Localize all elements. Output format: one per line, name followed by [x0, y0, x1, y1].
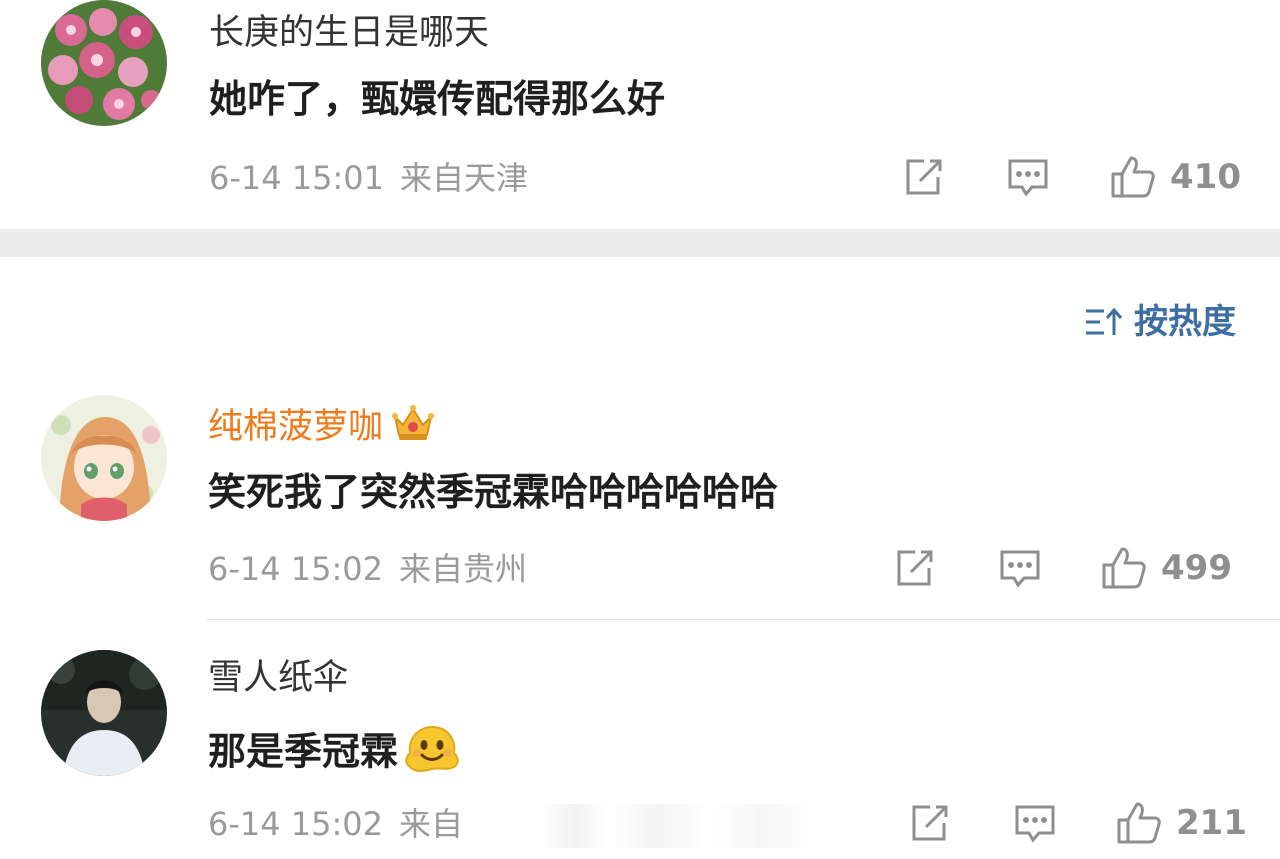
- location: 来自贵州: [399, 550, 528, 588]
- username[interactable]: 纯棉菠萝咖: [208, 403, 435, 453]
- comment-text: 笑死我了突然季冠霖哈哈哈哈哈哈: [208, 470, 779, 514]
- location: 来自: [399, 805, 464, 843]
- like-button[interactable]: 499: [1101, 545, 1232, 591]
- repost-button[interactable]: [908, 803, 950, 845]
- comment-meta: 6-14 15:02 来自: [208, 804, 463, 844]
- sort-toggle[interactable]: 按热度: [1084, 300, 1236, 344]
- avatar[interactable]: [41, 0, 167, 126]
- username[interactable]: 长庚的生日是哪天: [209, 12, 489, 54]
- sort-label: 按热度: [1134, 302, 1236, 342]
- username-text: 纯棉菠萝咖: [208, 407, 384, 447]
- comment-meta: 6-14 15:01 来自天津: [209, 158, 528, 198]
- like-count: 499: [1161, 548, 1232, 588]
- repost-icon: [912, 805, 948, 841]
- timestamp: 6-14 15:02: [208, 550, 384, 588]
- timestamp: 6-14 15:01: [209, 159, 385, 197]
- comment-meta: 6-14 15:02 来自贵州: [208, 549, 527, 589]
- repost-icon: [906, 159, 942, 195]
- thumbs-up-icon: [1102, 547, 1146, 589]
- comment-icon: [1000, 550, 1040, 588]
- thumbs-up-icon: [1117, 802, 1161, 844]
- comment-text: 她咋了，甄嬛传配得那么好: [209, 77, 666, 121]
- comment-feed: 长庚的生日是哪天 她咋了，甄嬛传配得那么好 6-14 15:01 来自天津 41…: [0, 0, 1280, 859]
- reply-button[interactable]: [1006, 157, 1050, 199]
- location: 来自天津: [400, 159, 529, 197]
- thumbs-up-icon: [1111, 156, 1155, 198]
- username[interactable]: 雪人纸伞: [208, 657, 348, 699]
- section-divider: [0, 229, 1280, 257]
- like-count: 410: [1170, 157, 1241, 197]
- vip-crown-icon: [391, 403, 435, 453]
- reply-button[interactable]: [998, 548, 1042, 590]
- like-button[interactable]: 211: [1116, 800, 1247, 846]
- sort-icon: [1086, 307, 1123, 335]
- comment-text: 那是季冠霖: [208, 723, 462, 785]
- comment-text-content: 那是季冠霖: [208, 729, 399, 774]
- avatar[interactable]: [41, 395, 167, 521]
- reply-button[interactable]: [1013, 803, 1057, 845]
- melting-face-emoji-icon: [402, 723, 462, 785]
- repost-button[interactable]: [893, 548, 935, 590]
- like-button[interactable]: 410: [1110, 154, 1241, 200]
- timestamp: 6-14 15:02: [208, 805, 384, 843]
- repost-button[interactable]: [902, 157, 944, 199]
- comment-icon: [1008, 159, 1048, 197]
- repost-icon: [897, 550, 933, 586]
- avatar[interactable]: [41, 650, 167, 776]
- comment-icon: [1015, 805, 1055, 843]
- redacted-location: [472, 804, 812, 848]
- like-count: 211: [1176, 803, 1247, 843]
- comment-divider: [206, 619, 1280, 620]
